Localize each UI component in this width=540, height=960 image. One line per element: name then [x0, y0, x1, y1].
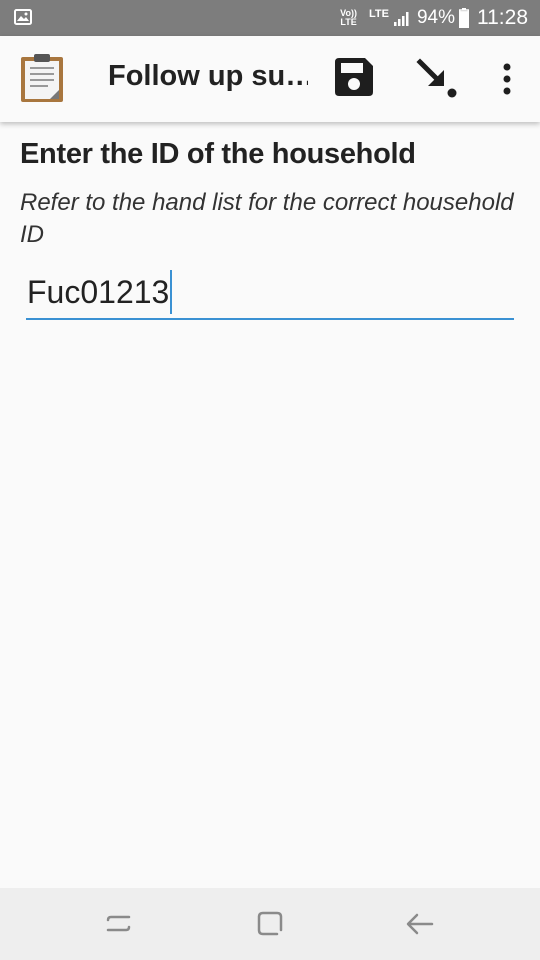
clock: 11:28 [477, 6, 528, 29]
back-icon[interactable] [402, 906, 438, 942]
status-bar: Vo)) LTE LTE 94% 11:28 [0, 0, 540, 36]
recent-apps-icon[interactable] [100, 906, 136, 942]
navigation-bar [0, 888, 540, 960]
household-id-input[interactable]: Fuc01213 [26, 268, 514, 320]
input-value: Fuc01213 [27, 274, 170, 310]
page-title: Follow up su… [108, 60, 308, 92]
more-vert-icon[interactable] [494, 61, 520, 97]
question-hint: Refer to the hand list for the correct h… [20, 189, 514, 248]
lte-indicator: LTE [369, 8, 389, 20]
text-cursor [170, 270, 173, 314]
save-icon[interactable] [333, 56, 375, 98]
clipboard-icon [21, 54, 63, 102]
app-bar: Follow up su… [0, 36, 540, 122]
signal-strength-icon [393, 12, 409, 26]
question-label: Enter the ID of the household [20, 138, 416, 170]
volte-indicator: Vo)) LTE [340, 8, 357, 27]
question-block: Enter the ID of the household Refer to t… [20, 138, 520, 251]
jump-to-icon[interactable] [414, 58, 462, 100]
battery-icon [459, 8, 469, 28]
home-icon[interactable] [252, 906, 288, 942]
battery-percent: 94% [416, 7, 455, 28]
gallery-notification-icon [14, 9, 32, 25]
